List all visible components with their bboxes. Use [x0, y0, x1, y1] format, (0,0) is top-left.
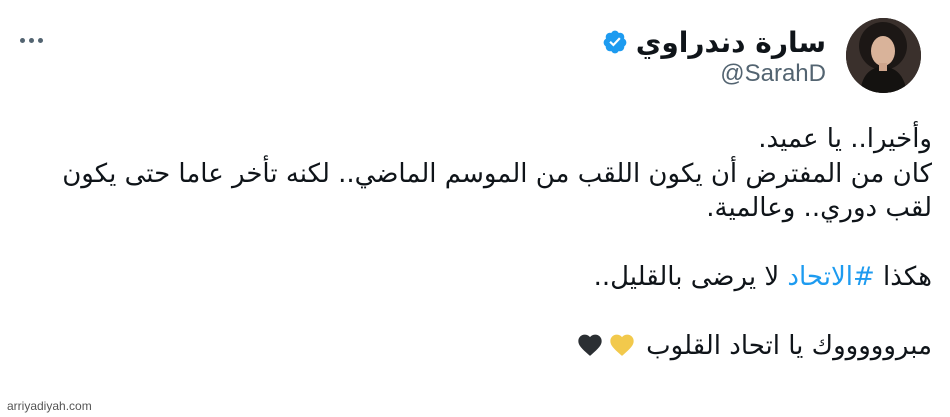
tweet-line-3: لقب دوري.. وعالمية. — [706, 193, 932, 223]
hashtag-line-suffix: لا يرضى بالقليل.. — [593, 262, 788, 292]
yellow-heart-icon — [610, 334, 634, 356]
watermark: arriyadiyah.com — [4, 398, 95, 414]
tweet-text: وأخيرا.. يا عميد. كان من المفترض أن يكون… — [20, 122, 932, 364]
author-name[interactable]: سارة دندراوي — [636, 26, 826, 59]
hashtag-line: هكذا #الاتحاد لا يرضى بالقليل.. — [20, 260, 932, 295]
hashtag-link[interactable]: #الاتحاد — [787, 262, 874, 292]
tweet-line-1: وأخيرا.. يا عميد. — [758, 124, 932, 154]
avatar[interactable] — [846, 18, 921, 93]
hashtag-line-prefix: هكذا — [874, 262, 932, 292]
more-options-icon[interactable] — [20, 33, 48, 47]
author-name-row: سارة دندراوي — [602, 24, 826, 60]
closing-line-text: مبروووووك يا اتحاد القلوب — [646, 331, 932, 361]
closing-line: مبروووووك يا اتحاد القلوب — [20, 329, 932, 364]
author-handle[interactable]: @SarahD — [720, 60, 826, 88]
verified-badge-icon — [603, 30, 627, 54]
black-heart-icon — [578, 334, 602, 356]
tweet-line-2: كان من المفترض أن يكون اللقب من الموسم ا… — [62, 158, 932, 189]
dot — [38, 37, 43, 43]
avatar-image — [846, 18, 921, 93]
dot — [20, 37, 25, 43]
dot — [29, 37, 34, 43]
